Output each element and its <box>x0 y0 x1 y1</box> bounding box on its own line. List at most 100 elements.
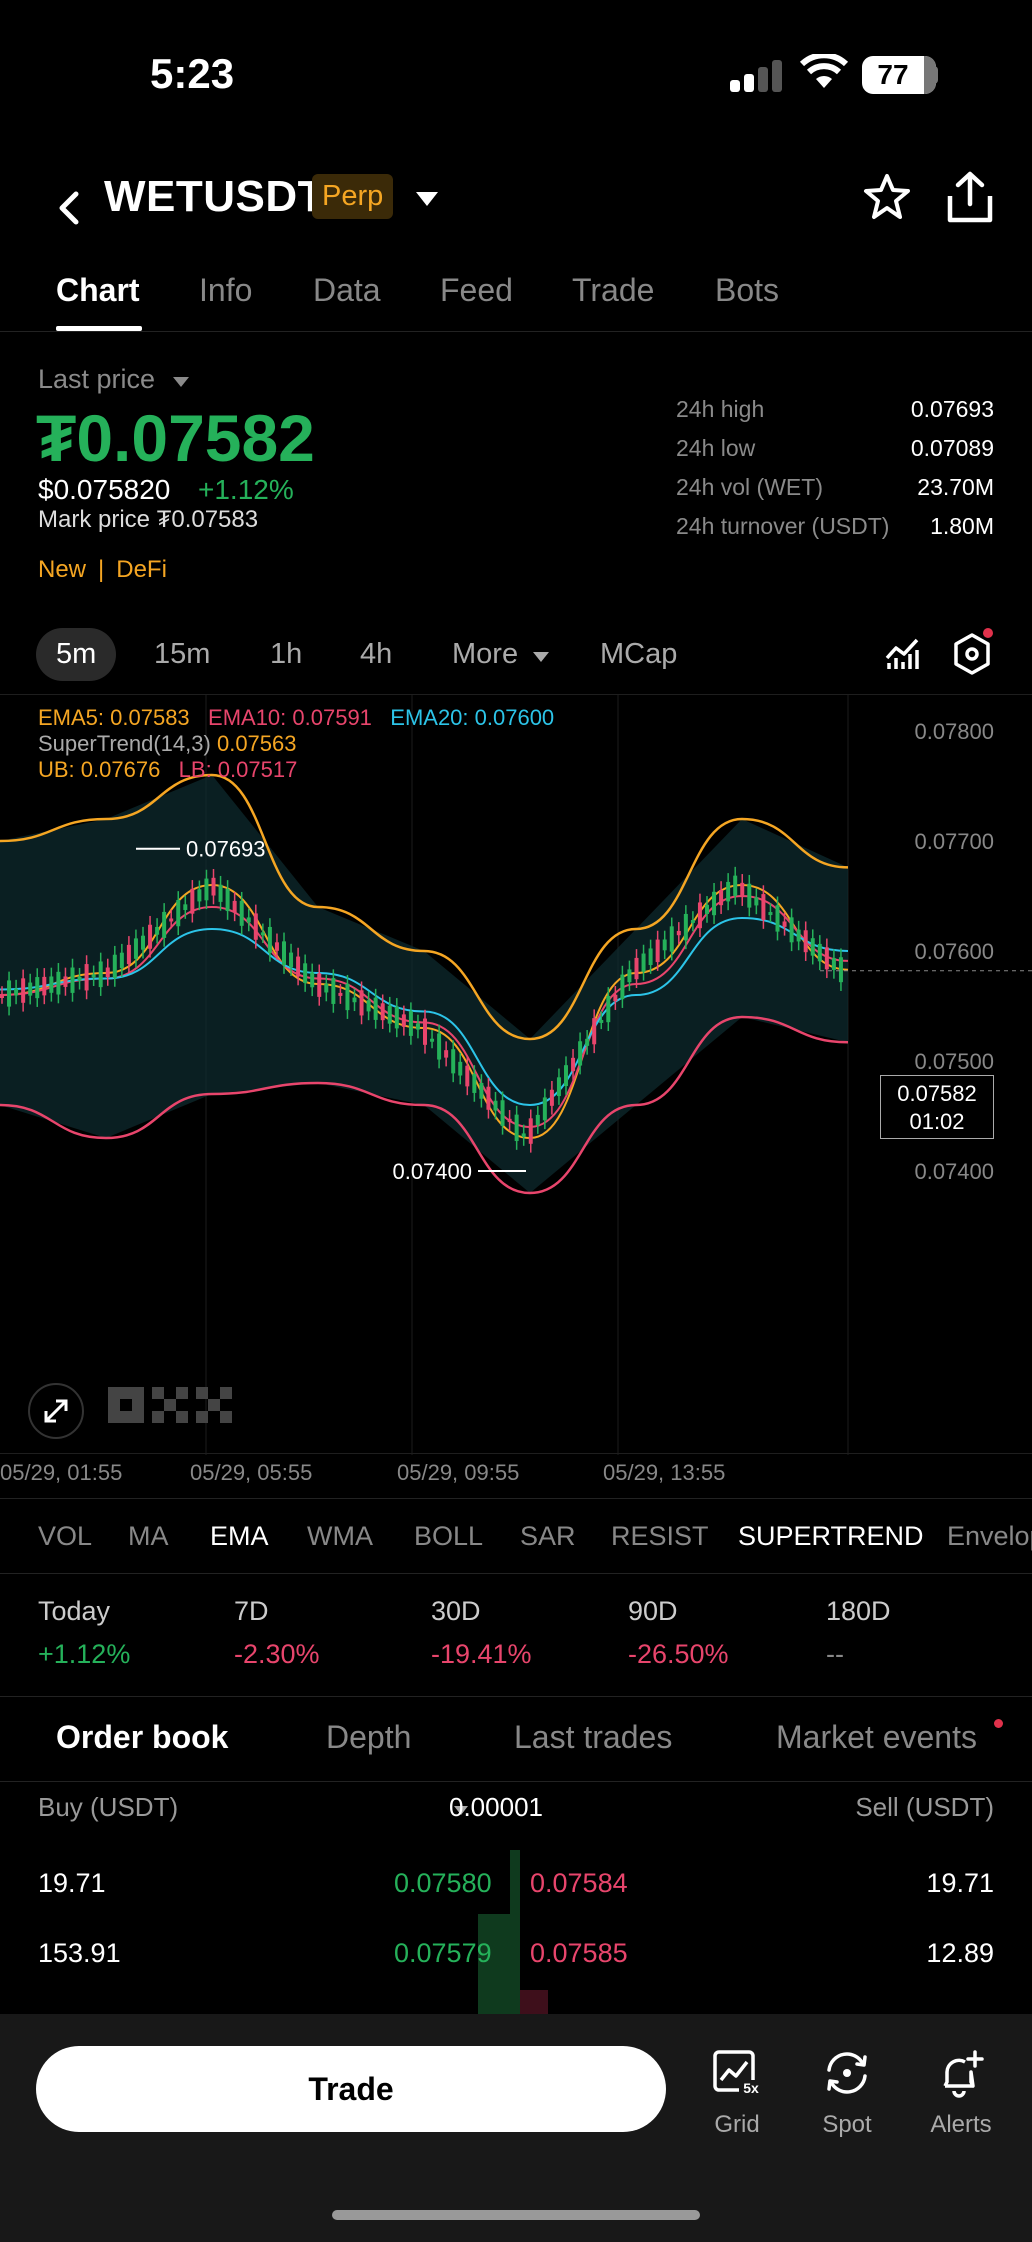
perf-7d: 7D -2.30% <box>234 1596 320 1670</box>
tab-order-book[interactable]: Order book <box>56 1719 228 1756</box>
candle-body <box>162 911 167 938</box>
candle-body <box>148 924 153 949</box>
last-price-label[interactable]: Last price <box>38 364 155 395</box>
price-change: +1.12% <box>198 474 294 505</box>
candle-body <box>479 1082 484 1099</box>
perf-label: 90D <box>628 1596 678 1626</box>
perf-180d: 180D -- <box>826 1596 891 1670</box>
settings-icon[interactable] <box>952 632 992 676</box>
candle-body <box>84 964 89 991</box>
stat-value: 0.07089 <box>910 435 994 461</box>
candle-body <box>697 902 702 929</box>
timeframe-5m[interactable]: 5m <box>36 628 117 681</box>
ema10-label: EMA10: 0.07591 <box>208 705 372 730</box>
indicator-vol[interactable]: VOL <box>38 1521 92 1552</box>
indicator-ema[interactable]: EMA <box>210 1521 269 1552</box>
timeframe-more[interactable]: More <box>452 638 550 671</box>
tab-feed[interactable]: Feed <box>440 272 513 309</box>
indicator-sar[interactable]: SAR <box>520 1521 576 1552</box>
tag-defi[interactable]: DeFi <box>116 556 167 583</box>
perf-today: Today +1.12% <box>38 1596 130 1670</box>
tab-depth[interactable]: Depth <box>326 1719 411 1756</box>
candle-body <box>789 917 794 943</box>
candle-body <box>571 1057 576 1072</box>
pair-dropdown-icon[interactable] <box>414 190 440 208</box>
candle-body <box>669 926 674 952</box>
x-tick: 05/29, 01:55 <box>0 1460 123 1485</box>
tab-trade[interactable]: Trade <box>572 272 654 309</box>
tab-info[interactable]: Info <box>199 272 252 309</box>
indicator-envelope[interactable]: Envelop <box>947 1521 1032 1552</box>
trade-button[interactable]: Trade <box>36 2046 666 2132</box>
sell-header: Sell (USDT) <box>855 1792 994 1822</box>
candle-body <box>472 1073 477 1093</box>
candle-body <box>627 969 632 983</box>
candle-body <box>662 939 667 951</box>
candle-body <box>211 877 216 896</box>
header: WETUSDT Perp <box>0 160 1032 270</box>
timeframe-mcap[interactable]: MCap <box>600 638 677 671</box>
tab-chart[interactable]: Chart <box>56 272 140 309</box>
tab-last-trades[interactable]: Last trades <box>514 1719 672 1756</box>
tab-data[interactable]: Data <box>313 272 381 309</box>
indicator-boll[interactable]: BOLL <box>414 1521 483 1552</box>
tag-new[interactable]: New <box>38 556 86 583</box>
candle-body <box>373 997 378 1020</box>
candle-body <box>415 1023 420 1030</box>
chevron-down-icon[interactable] <box>172 376 190 388</box>
bottom-action-bar: Trade 5x Grid Spot Alerts <box>0 2014 1032 2242</box>
indicator-ma[interactable]: MA <box>128 1521 169 1552</box>
candle-body <box>204 878 209 901</box>
tab-market-events[interactable]: Market events <box>776 1719 977 1756</box>
expand-chart-button[interactable] <box>28 1383 84 1439</box>
candle-body <box>190 888 195 914</box>
candle-body <box>155 926 160 935</box>
candle-body <box>331 978 336 1004</box>
candle-body <box>338 992 343 996</box>
orderbook-tabs: Order book Depth Last trades Market even… <box>0 1696 1032 1782</box>
alerts-button[interactable]: Alerts <box>916 2048 1006 2139</box>
perf-label: 180D <box>826 1596 891 1626</box>
stat-row: 24h vol (WET) 23.70M <box>676 474 994 513</box>
candle-body <box>782 921 787 927</box>
ask-price: 0.07585 <box>530 1938 628 1968</box>
precision-select[interactable]: 0.00001 <box>449 1792 543 1823</box>
last-price: ₮0.07582 <box>36 401 315 475</box>
candle-body <box>648 948 653 966</box>
tab-bots[interactable]: Bots <box>715 272 779 309</box>
timeframe-1h[interactable]: 1h <box>270 638 302 671</box>
wifi-icon <box>800 54 848 88</box>
battery-icon: 77 <box>862 56 936 94</box>
back-icon[interactable] <box>48 178 88 238</box>
swap-icon <box>827 2052 867 2094</box>
candle-body <box>458 1061 463 1076</box>
stat-value: 0.07693 <box>910 396 994 422</box>
candle-body <box>274 942 279 951</box>
indicator-supertrend[interactable]: SUPERTREND <box>738 1521 924 1552</box>
candle-body <box>267 926 272 953</box>
grid-label: Grid <box>714 2111 760 2138</box>
stat-label: 24h turnover (USDT) <box>676 513 890 539</box>
indicator-icon[interactable] <box>884 636 920 672</box>
share-icon[interactable] <box>944 170 996 224</box>
orderbook-row[interactable]: 153.91 0.07579 0.07585 12.89 <box>0 1924 1032 1984</box>
price-chart[interactable]: 0.07800 0.07700 0.07600 0.07500 0.07400 0.076… <box>0 694 1032 1455</box>
spot-button[interactable]: Spot <box>802 2048 892 2139</box>
timeframe-15m[interactable]: 15m <box>154 638 210 671</box>
indicator-resist[interactable]: RESIST <box>611 1521 709 1552</box>
candle-body <box>726 881 731 902</box>
indicator-wma[interactable]: WMA <box>307 1521 373 1552</box>
supertrend-value: 0.07563 <box>216 731 297 756</box>
candle-body <box>430 1038 435 1042</box>
star-icon[interactable] <box>862 172 912 222</box>
candle-body <box>768 912 773 916</box>
pair-symbol[interactable]: WETUSDT <box>104 172 325 222</box>
candle-body <box>634 957 639 980</box>
tags: New | DeFi <box>38 556 167 584</box>
orderbook-row[interactable]: 19.71 0.07580 0.07584 19.71 <box>0 1854 1032 1914</box>
candle-body <box>535 1114 540 1126</box>
candle-body <box>564 1065 568 1087</box>
timeframe-bar: 5m 15m 1h 4h More MCap <box>0 628 1032 690</box>
timeframe-4h[interactable]: 4h <box>360 638 392 671</box>
grid-button[interactable]: 5x Grid <box>692 2048 782 2139</box>
